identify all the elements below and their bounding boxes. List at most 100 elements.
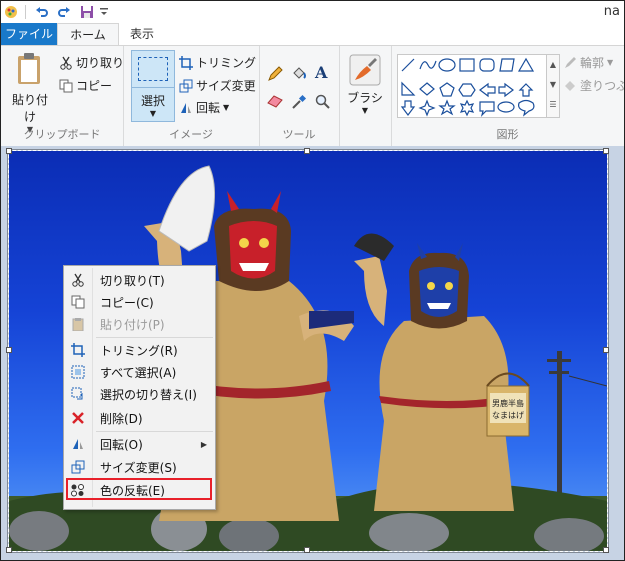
- tab-home[interactable]: ホーム: [57, 23, 119, 46]
- menu-item-delete[interactable]: 削除(D): [64, 407, 215, 429]
- crop-icon: [70, 342, 86, 358]
- menu-item-crop[interactable]: トリミング(R): [64, 339, 215, 361]
- outline-label: 輪郭: [580, 56, 605, 70]
- selection-handle[interactable]: [304, 148, 310, 154]
- tab-file[interactable]: ファイル: [1, 23, 57, 45]
- shape-rounded-rect: [479, 58, 495, 72]
- color-picker-icon[interactable]: [291, 94, 307, 110]
- shape-curve: [419, 60, 437, 70]
- fill-bucket-icon[interactable]: [291, 66, 307, 82]
- shape-triangle: [517, 57, 535, 72]
- menu-separator: [96, 431, 213, 432]
- selection-handle[interactable]: [603, 347, 609, 353]
- menu-item-invert-selection[interactable]: 選択の切り替え(I): [64, 383, 215, 405]
- shape-oval: [438, 58, 456, 72]
- shape-arrow-right: [498, 82, 514, 98]
- shape-polygon: [499, 58, 515, 72]
- copy-label: コピー: [76, 79, 113, 93]
- selection-handle[interactable]: [6, 148, 12, 154]
- pencil-icon[interactable]: [267, 66, 283, 82]
- shape-callout-oval: [497, 101, 515, 113]
- paste-icon: [70, 316, 86, 332]
- brushes-button[interactable]: ブラシ ▼: [345, 54, 385, 115]
- shape-pentagon: [439, 82, 455, 97]
- selection-handle[interactable]: [603, 547, 609, 553]
- selection-handle[interactable]: [6, 347, 12, 353]
- selection-handle[interactable]: [603, 148, 609, 154]
- copy-icon: [59, 79, 73, 92]
- chevron-down-icon: ▼: [361, 106, 369, 115]
- highlight-box: [66, 478, 212, 500]
- fill-icon: [565, 80, 575, 91]
- menu-item-label: 貼り付け(P): [100, 317, 165, 332]
- menu-item-label: 回転(O): [100, 437, 143, 452]
- magnifier-icon[interactable]: [315, 94, 331, 110]
- paint-window: na ファイル ホーム 表示 貼り付け ▼ 切り取り コピー クリップボード 選…: [0, 0, 625, 561]
- menu-item-label: サイズ変更(S): [100, 460, 177, 475]
- tab-view[interactable]: 表示: [117, 23, 167, 45]
- menu-item-select-all[interactable]: すべて選択(A): [64, 361, 215, 383]
- copy-button[interactable]: コピー: [59, 77, 112, 94]
- select-button[interactable]: 選択 ▼: [131, 50, 175, 122]
- context-menu: 切り取り(T) コピー(C) 貼り付け(P) トリミング(R) すべて選択(A)…: [63, 265, 216, 510]
- divider: [25, 5, 26, 19]
- scissors-icon: [70, 272, 86, 288]
- selection-handle[interactable]: [6, 547, 12, 553]
- crop-icon: [179, 55, 193, 70]
- cut-label: 切り取り: [76, 56, 125, 70]
- paste-button[interactable]: 貼り付け ▼: [7, 52, 53, 134]
- scissors-icon: [60, 56, 72, 70]
- redo-icon[interactable]: [56, 4, 72, 20]
- brushes-group: ブラシ ▼: [339, 46, 392, 146]
- delete-x-icon: [70, 410, 86, 426]
- menu-item-paste[interactable]: 貼り付け(P): [64, 313, 215, 335]
- shapes-group: ▲▼☰ 輪郭 ▼ 塗りつぶし 図形: [391, 46, 624, 146]
- fill-button[interactable]: 塗りつぶし: [563, 77, 624, 94]
- rotate-icon: [70, 436, 86, 452]
- paint-app-icon[interactable]: [3, 4, 19, 20]
- title-bar: na: [1, 1, 624, 24]
- menu-item-cut[interactable]: 切り取り(T): [64, 269, 215, 291]
- select-label: 選択: [132, 87, 174, 109]
- shapes-gallery[interactable]: [397, 54, 547, 118]
- resize-icon: [70, 459, 86, 475]
- rotate-button[interactable]: 回転 ▼: [179, 99, 229, 116]
- menu-item-label: すべて選択(A): [100, 365, 177, 380]
- ribbon-tabs: ファイル ホーム 表示: [1, 23, 624, 46]
- menu-item-label: コピー(C): [100, 295, 154, 310]
- select-rect-icon: [138, 57, 168, 81]
- shape-line: [401, 58, 415, 72]
- crop-button[interactable]: トリミング: [179, 54, 256, 71]
- ribbon: 貼り付け ▼ 切り取り コピー クリップボード 選択 ▼ トリミング サイズ変更…: [1, 45, 624, 147]
- shape-callout-cloud: [518, 99, 535, 117]
- outline-button[interactable]: 輪郭 ▼: [563, 54, 613, 71]
- shapes-group-label: 図形: [496, 128, 519, 141]
- selection-handle[interactable]: [304, 547, 310, 553]
- shapes-gallery-scroll[interactable]: ▲ ▼ ☰: [546, 54, 560, 118]
- undo-icon[interactable]: [34, 4, 50, 20]
- save-icon[interactable]: [79, 4, 95, 20]
- paste-label: 貼り付け: [11, 93, 48, 124]
- chevron-down-icon: ▼: [223, 103, 230, 112]
- fill-label: 塗りつぶし: [580, 79, 624, 93]
- chevron-down-icon: ▼: [607, 58, 614, 67]
- cut-button[interactable]: 切り取り: [59, 54, 124, 71]
- select-all-icon: [70, 364, 86, 380]
- submenu-arrow-icon: ▶: [200, 439, 207, 449]
- shape-arrow-up: [518, 83, 534, 97]
- resize-label: サイズ変更: [196, 79, 256, 93]
- clipboard-group-label: クリップボード: [23, 128, 101, 141]
- menu-item-copy[interactable]: コピー(C): [64, 291, 215, 313]
- resize-button[interactable]: サイズ変更: [179, 77, 256, 94]
- customize-toolbar-icon[interactable]: [98, 4, 110, 20]
- menu-item-resize[interactable]: サイズ変更(S): [64, 456, 215, 478]
- eraser-icon[interactable]: [267, 94, 283, 108]
- tools-group-label: ツール: [282, 128, 316, 141]
- outline-pen-icon: [565, 56, 576, 68]
- menu-item-label: 切り取り(T): [100, 273, 165, 288]
- crop-label: トリミング: [196, 56, 257, 70]
- shape-arrow-down: [400, 100, 416, 116]
- text-tool-icon[interactable]: A: [315, 63, 327, 82]
- menu-item-label: トリミング(R): [100, 343, 178, 358]
- menu-item-rotate[interactable]: 回転(O) ▶: [64, 433, 215, 455]
